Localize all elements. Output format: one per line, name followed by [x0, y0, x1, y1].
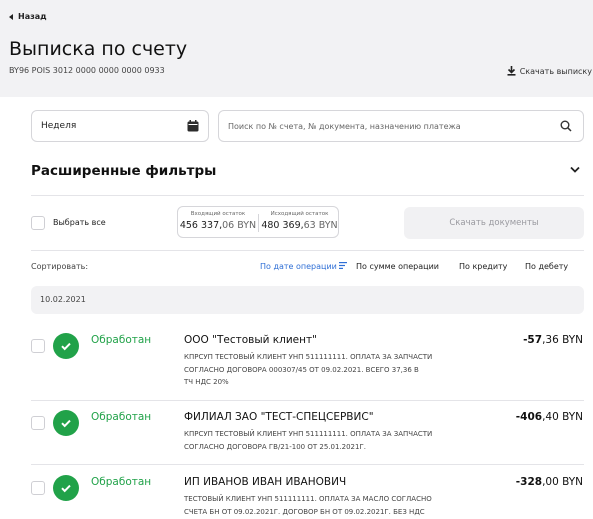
operation-amount: -406,40 BYN	[516, 411, 583, 423]
amount-rest: ,36 BYN	[542, 334, 583, 346]
incoming-balance-dec: 06 BYN	[222, 220, 257, 231]
chevron-down-icon[interactable]	[570, 166, 580, 173]
description-line: КПРСУП Тестовый клиент УНП 511111111. ОП…	[184, 430, 433, 438]
page-title: Выписка по счету	[9, 38, 188, 60]
operation-amount: -328,00 BYN	[516, 476, 583, 488]
operation-checkbox[interactable]	[31, 481, 45, 495]
select-all-checkbox[interactable]	[31, 216, 45, 230]
operation-payee[interactable]: ФИЛИАЛ ЗАО "ТЕСТ-СПЕЦСЕРВИС"	[184, 411, 374, 423]
sort-by-amount[interactable]: По сумме операции	[356, 262, 439, 271]
operation-status: Обработан	[91, 411, 152, 423]
select-all-label: Выбрать все	[53, 218, 106, 227]
amount-rest: ,40 BYN	[542, 411, 583, 423]
divider	[31, 464, 584, 465]
download-statement-label: Скачать выписку	[519, 67, 592, 76]
period-value: Неделя	[41, 121, 77, 131]
download-statement-button[interactable]: Скачать выписку	[507, 66, 592, 76]
operation-payee[interactable]: ИП ИВАНОВ ИВАН ИВАНОВИЧ	[184, 476, 346, 488]
back-arrow-icon	[9, 13, 13, 20]
description-line: СОГЛАСНО ДОГОВОРА 000307/45 ОТ 09.02.202…	[184, 365, 419, 374]
search-icon[interactable]	[560, 120, 572, 132]
back-link[interactable]: Назад	[9, 12, 47, 21]
operation-checkbox[interactable]	[31, 339, 45, 353]
date-group-label: 10.02.2021	[40, 295, 86, 304]
divider	[31, 250, 584, 251]
operation-status: Обработан	[91, 334, 152, 346]
sort-label: Сортировать:	[31, 262, 89, 271]
operation-amount: -57,36 BYN	[523, 334, 583, 346]
download-icon	[507, 66, 516, 76]
outgoing-balance-dec: 63 BYN	[303, 220, 338, 231]
description-line: КПРСУП Тестовый клиент УНП 511111111. ОП…	[184, 353, 433, 361]
advanced-filters-title[interactable]: Расширенные фильтры	[31, 163, 216, 179]
account-number: BY96 POIS 3012 0000 0000 0000 0933	[9, 66, 165, 75]
description-line: СЧЕТА БН ОТ 09.02.2021Г. ДОГОВОР БН ОТ 0…	[184, 507, 425, 516]
amount-int: -328	[515, 476, 543, 488]
download-documents-button[interactable]: Скачать документы	[404, 207, 584, 239]
amount-int: -406	[515, 411, 543, 423]
operation-status: Обработан	[91, 476, 152, 488]
date-group-header: 10.02.2021	[31, 286, 584, 314]
description-line: Тестовый клиент УНП 511111111. ОПЛАТА ЗА…	[184, 495, 432, 503]
back-label: Назад	[18, 12, 47, 21]
description-line: ТЧ НДС 20%	[184, 378, 229, 386]
status-check-icon	[53, 333, 79, 359]
sort-lines-icon	[339, 262, 348, 269]
outgoing-balance-int: 480 369,	[261, 220, 304, 231]
outgoing-balance: Исходящий остаток 480 369,63 BYN	[259, 211, 340, 231]
sort-by-date-label: По дате операции	[260, 262, 337, 271]
calendar-icon	[187, 120, 199, 132]
operation-checkbox[interactable]	[31, 416, 45, 430]
amount-rest: ,00 BYN	[542, 476, 583, 488]
status-check-icon	[53, 475, 79, 501]
operation-payee[interactable]: ООО "Тестовый клиент"	[184, 334, 317, 346]
search-field[interactable]: Поиск по № счета, № документа, назначени…	[218, 110, 584, 142]
operation-description: Тестовый клиент УНП 511111111. ОПЛАТА ЗА…	[184, 493, 494, 518]
incoming-balance: Входящий остаток 456 337,06 BYN	[178, 211, 258, 231]
operation-description: КПРСУП Тестовый клиент УНП 511111111. ОП…	[184, 428, 494, 453]
search-placeholder: Поиск по № счета, № документа, назначени…	[228, 122, 461, 131]
sort-by-credit[interactable]: По кредиту	[459, 262, 507, 271]
outgoing-balance-label: Исходящий остаток	[270, 211, 329, 217]
header-panel: Назад Выписка по счету BY96 POIS 3012 00…	[0, 0, 593, 97]
incoming-balance-int: 456 337,	[179, 220, 223, 231]
status-check-icon	[53, 410, 79, 436]
divider	[31, 400, 584, 401]
amount-int: -57	[523, 334, 543, 346]
sort-by-debit[interactable]: По дебету	[525, 262, 568, 271]
incoming-balance-label: Входящий остаток	[190, 211, 246, 217]
operation-description: КПРСУП Тестовый клиент УНП 511111111. ОП…	[184, 351, 494, 389]
period-select[interactable]: Неделя	[31, 110, 209, 142]
description-line: СОГЛАСНО ДОГОВОРА ГВ/21-100 ОТ 25.01.202…	[184, 442, 366, 451]
balance-box: Входящий остаток 456 337,06 BYN Исходящи…	[177, 206, 339, 238]
sort-by-date[interactable]: По дате операции	[260, 262, 348, 271]
divider	[31, 195, 584, 196]
